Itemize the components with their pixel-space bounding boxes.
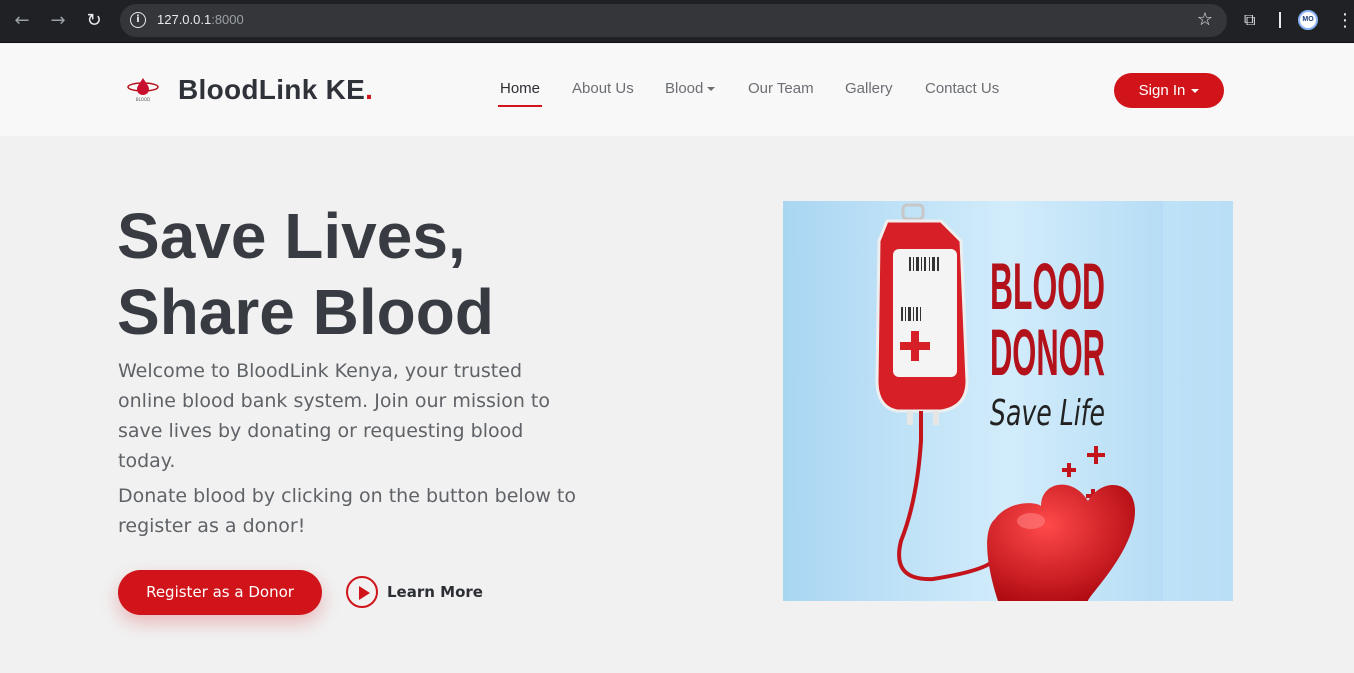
profile-avatar[interactable]: MO	[1298, 10, 1318, 30]
hero-intro: Welcome to BloodLink Kenya, your trusted…	[118, 360, 550, 472]
nav-blood-dropdown[interactable]: Blood	[665, 80, 716, 97]
reload-icon[interactable]: ↻	[83, 10, 105, 32]
browser-toolbar: ← → ↻ i 127.0.0.1:8000 ☆ ⧉ MO ⋮	[0, 0, 1354, 43]
nav-about-us[interactable]: About Us	[572, 80, 634, 97]
address-bar[interactable]: i 127.0.0.1:8000 ☆	[120, 4, 1227, 37]
brand-name[interactable]: BloodLink KE.	[178, 74, 373, 106]
address-url[interactable]: 127.0.0.1:8000	[157, 12, 244, 27]
svg-text:BLOOD: BLOOD	[136, 97, 150, 102]
back-arrow-icon[interactable]: ←	[11, 10, 33, 32]
blood-drop-logo-icon[interactable]: BLOOD	[126, 77, 160, 103]
svg-text:DONOR: DONOR	[990, 315, 1105, 389]
svg-text:BLOOD: BLOOD	[990, 249, 1105, 323]
site-navbar: BLOOD BloodLink KE. Home About Us Blood …	[0, 44, 1354, 136]
svg-text:Save Life: Save Life	[990, 393, 1105, 434]
blood-donor-image: BLOOD DONOR Save Life	[783, 201, 1233, 601]
browser-menu-icon[interactable]: ⋮	[1336, 10, 1354, 31]
nav-home[interactable]: Home	[497, 80, 543, 107]
forward-arrow-icon[interactable]: →	[47, 10, 69, 32]
register-donor-button[interactable]: Register as a Donor	[118, 570, 322, 615]
chevron-down-icon	[1191, 89, 1200, 94]
nav-gallery[interactable]: Gallery	[845, 80, 893, 97]
extensions-puzzle-icon[interactable]: ⧉	[1244, 10, 1264, 30]
bookmark-star-icon[interactable]: ☆	[1197, 9, 1213, 30]
hero-title: Save Lives, Share Blood	[117, 200, 494, 348]
nav-contact-us[interactable]: Contact Us	[925, 80, 999, 97]
toolbar-divider	[1279, 12, 1281, 28]
sign-in-button[interactable]: Sign In	[1114, 73, 1224, 108]
site-info-icon[interactable]: i	[130, 12, 146, 28]
play-icon	[346, 576, 378, 608]
nav-our-team[interactable]: Our Team	[748, 80, 814, 97]
hero-cta-text: Donate blood by clicking on the button b…	[118, 485, 576, 537]
chevron-down-icon	[707, 87, 716, 92]
